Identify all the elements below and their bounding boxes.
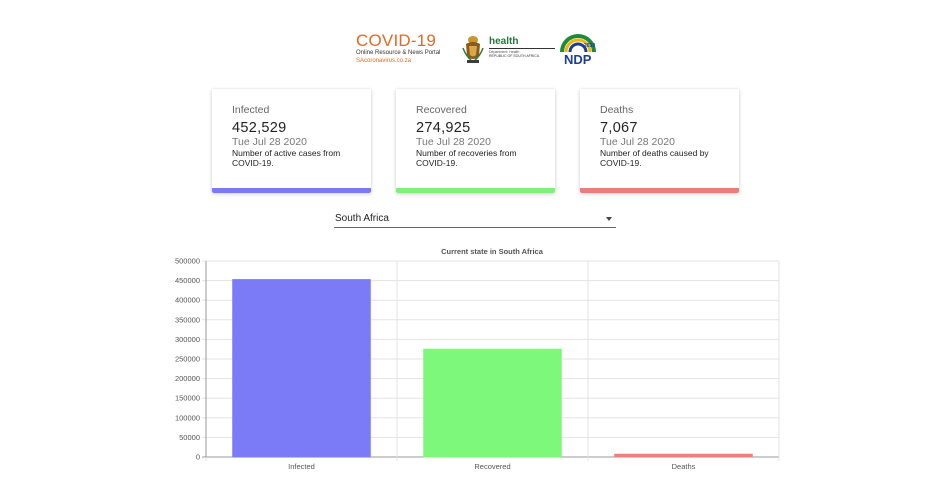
health-logo-country: REPUBLIC OF SOUTH AFRICA xyxy=(489,54,540,58)
y-tick-label: 100000 xyxy=(175,413,200,422)
health-logo-word: health xyxy=(489,36,519,47)
coat-of-arms-icon xyxy=(462,36,484,63)
dropdown-caret-icon[interactable] xyxy=(606,217,612,221)
bar-recovered xyxy=(423,348,562,458)
y-tick-label: 400000 xyxy=(175,296,200,305)
card-value: 274,925 xyxy=(416,120,471,136)
x-tick-label: Infected xyxy=(288,462,315,471)
covid-logo-title: COVID-19 xyxy=(356,31,437,50)
card-title: Recovered xyxy=(416,104,467,116)
card-description: Number of recoveries from COVID-19. xyxy=(416,148,517,168)
recovered-card: Recovered 274,925 Tue Jul 28 2020 Number… xyxy=(396,89,555,193)
bar-infected xyxy=(232,279,371,458)
card-color-bar xyxy=(212,188,371,193)
ndp-logo-year: 2030 xyxy=(584,43,595,49)
card-description: Number of deaths caused by COVID-19. xyxy=(600,148,709,168)
header-logos: COVID-19 Online Resource & News Portal S… xyxy=(356,32,600,68)
ndp-logo-label: NDP xyxy=(564,52,592,67)
y-tick-label: 50000 xyxy=(179,433,200,442)
y-tick-label: 300000 xyxy=(175,335,200,344)
y-tick-label: 0 xyxy=(196,453,200,462)
card-date: Tue Jul 28 2020 xyxy=(416,136,491,148)
deaths-card: Deaths 7,067 Tue Jul 28 2020 Number of d… xyxy=(580,89,739,193)
card-color-bar xyxy=(396,188,555,193)
country-select-value: South Africa xyxy=(335,213,389,224)
bar-deaths xyxy=(614,453,753,458)
y-tick-label: 350000 xyxy=(175,315,200,324)
y-tick-label: 500000 xyxy=(175,257,200,266)
covid-logo-url: SAcoronavirus.co.za xyxy=(356,58,412,64)
covid-logo-subtitle: Online Resource & News Portal xyxy=(356,50,441,56)
y-tick-label: 450000 xyxy=(175,276,200,285)
y-tick-label: 250000 xyxy=(175,355,200,364)
card-description: Number of active cases from COVID-19. xyxy=(232,148,341,168)
card-value: 452,529 xyxy=(232,120,287,136)
health-department-logo[interactable]: health Department: Health REPUBLIC OF SO… xyxy=(489,36,555,64)
x-tick-label: Recovered xyxy=(474,462,510,471)
y-tick-label: 200000 xyxy=(175,374,200,383)
card-color-bar xyxy=(580,188,739,193)
card-value: 7,067 xyxy=(600,120,638,136)
y-tick-label: 150000 xyxy=(175,394,200,403)
card-date: Tue Jul 28 2020 xyxy=(600,136,675,148)
bar-chart: 0 50000 100000 150000 200000 250000 300000 3500… xyxy=(175,257,780,471)
ndp-2030-logo[interactable]: 2030 NDP xyxy=(558,32,598,68)
x-tick-label: Deaths xyxy=(672,462,696,471)
infected-card: Infected 452,529 Tue Jul 28 2020 Number … xyxy=(212,89,371,193)
card-title: Infected xyxy=(232,104,270,116)
card-date: Tue Jul 28 2020 xyxy=(232,136,307,148)
card-title: Deaths xyxy=(600,104,634,116)
country-select[interactable]: South Africa xyxy=(334,211,616,228)
covid19-portal-logo[interactable]: COVID-19 Online Resource & News Portal S… xyxy=(356,32,456,68)
